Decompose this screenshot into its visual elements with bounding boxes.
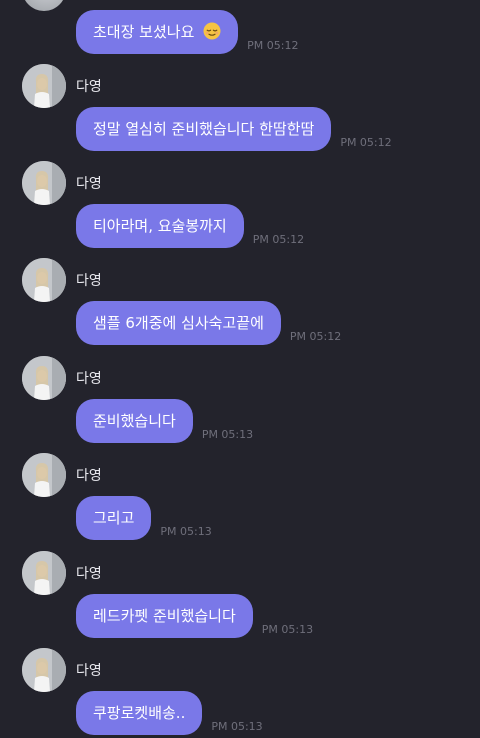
message-bubble[interactable]: 준비했습니다 [76,399,193,443]
sender-avatar[interactable] [22,551,66,595]
relieved-face-icon [203,22,221,40]
sender-name: 다영 [76,79,102,95]
message-time: PM 05:13 [261,623,314,636]
message-time: PM 05:13 [211,720,263,733]
message-row: 준비했습니다 PM 05:13 [76,399,253,443]
message-row: 샘플 6개중에 심사숙고끝에 PM 05:12 [76,301,341,345]
message-bubble[interactable]: 그리고 [76,496,152,540]
message-row: 정말 열심히 준비했습니다 한땀한땀 PM 05:12 [76,107,392,151]
sender-name: 다영 [76,273,102,289]
message-bubble[interactable]: 샘플 6개중에 심사숙고끝에 [76,301,281,345]
sender-avatar[interactable] [22,161,66,205]
sender-avatar[interactable] [22,356,66,400]
sender-name: 다영 [76,566,102,582]
message-time: PM 05:13 [201,428,254,441]
chat-window[interactable]: 초대장 보셨나요 PM 05:12 다영 정말 열심히 준비했습니다 한땀한땀 … [0,0,480,738]
message-row: 초대장 보셨나요 PM 05:12 [76,10,298,54]
message-row: 쿠팡로켓배송.. PM 05:13 [76,691,263,735]
message-time: PM 05:12 [340,136,392,149]
message-row: 그리고 PM 05:13 [76,496,212,540]
message-bubble[interactable]: 초대장 보셨나요 [76,10,239,54]
sender-name: 다영 [76,176,102,192]
message-bubble[interactable]: 쿠팡로켓배송.. [76,691,203,735]
message-bubble[interactable]: 티아라며, 요술봉까지 [76,204,244,248]
sender-avatar[interactable] [22,0,66,11]
sender-name: 다영 [76,371,102,387]
sender-name: 다영 [76,468,102,484]
sender-avatar[interactable] [22,648,66,692]
message-bubble[interactable]: 정말 열심히 준비했습니다 한땀한땀 [76,107,332,151]
message-time: PM 05:13 [160,525,212,538]
message-time: PM 05:12 [247,39,299,52]
message-row: 레드카펫 준비했습니다 PM 05:13 [76,594,313,638]
message-row: 티아라며, 요술봉까지 PM 05:12 [76,204,304,248]
sender-avatar[interactable] [22,453,66,497]
sender-name: 다영 [76,663,102,679]
message-text: 초대장 보셨나요 [93,23,195,41]
sender-avatar[interactable] [22,258,66,302]
message-bubble[interactable]: 레드카펫 준비했습니다 [76,594,253,638]
sender-avatar[interactable] [22,64,66,108]
message-time: PM 05:12 [252,233,305,246]
message-time: PM 05:12 [289,330,342,343]
